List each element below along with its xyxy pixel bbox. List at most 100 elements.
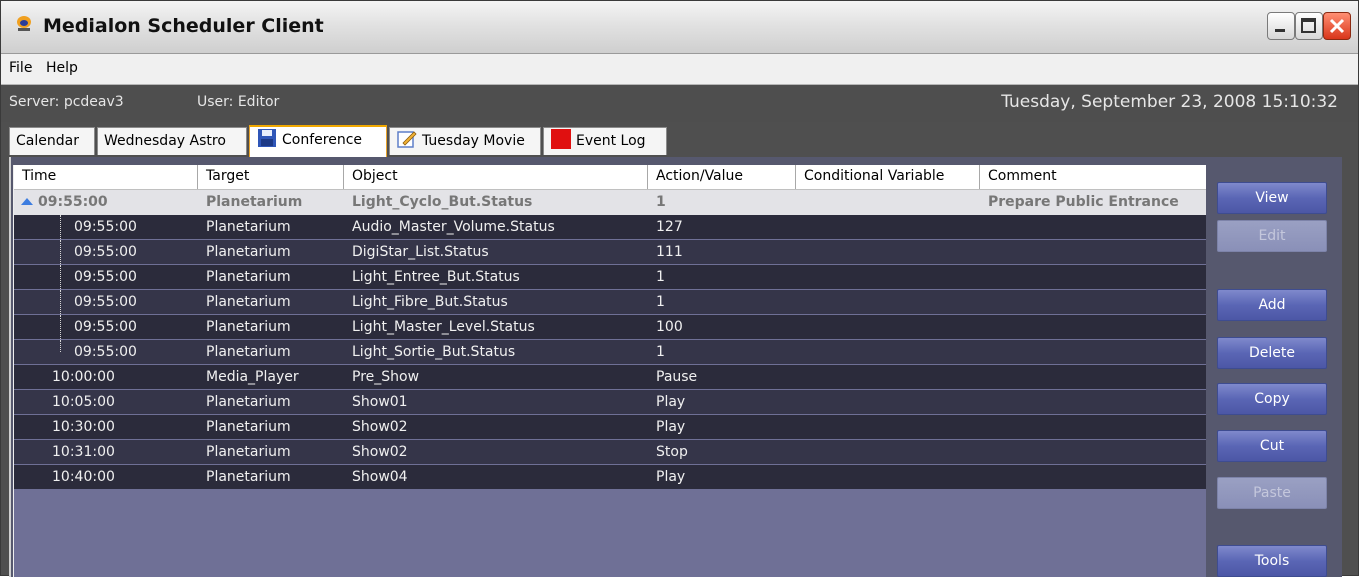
cell-target: Media_Player xyxy=(206,369,299,385)
table-row-child[interactable]: 09:55:00 Planetarium Light_Sortie_But.St… xyxy=(14,340,1206,364)
cell-time: 10:30:00 xyxy=(52,419,115,435)
tab-conference[interactable]: Conference xyxy=(249,125,387,157)
datetime-label: Tuesday, September 23, 2008 15:10:32 xyxy=(1001,92,1338,112)
title-bar[interactable]: Medialon Scheduler Client xyxy=(1,1,1358,54)
collapse-arrow-icon[interactable] xyxy=(20,196,34,208)
cell-target: Planetarium xyxy=(206,344,291,360)
cell-object: Audio_Master_Volume.Status xyxy=(352,219,555,235)
cell-target: Planetarium xyxy=(206,394,291,410)
tab-label: Event Log xyxy=(576,133,646,149)
close-button[interactable] xyxy=(1323,12,1351,40)
view-button[interactable]: View xyxy=(1217,182,1327,214)
cell-value: Stop xyxy=(656,444,688,460)
cell-value: 127 xyxy=(656,219,683,235)
cell-time: 09:55:00 xyxy=(74,294,137,310)
floppy-disk-icon xyxy=(258,129,276,147)
column-header-object[interactable]: Object xyxy=(344,165,648,189)
cell-object: Show02 xyxy=(352,444,408,460)
cell-object: Light_Sortie_But.Status xyxy=(352,344,516,360)
tab-wednesday-astro[interactable]: Wednesday Astro xyxy=(97,127,247,155)
cell-value: 1 xyxy=(656,344,665,360)
table-row[interactable]: 10:00:00 Media_Player Pre_Show Pause xyxy=(14,365,1206,389)
tree-connector xyxy=(60,265,61,289)
cell-object: Light_Entree_But.Status xyxy=(352,269,520,285)
app-window: Medialon Scheduler Client File Help Serv… xyxy=(0,0,1359,577)
cell-object: Light_Fibre_But.Status xyxy=(352,294,508,310)
menu-file[interactable]: File xyxy=(9,60,32,76)
cell-target: Planetarium xyxy=(206,194,303,210)
medialon-app-icon xyxy=(17,16,31,31)
table-row-group[interactable]: 09:55:00 Planetarium Light_Cyclo_But.Sta… xyxy=(14,190,1206,215)
table-row[interactable]: 10:40:00 Planetarium Show04 Play xyxy=(14,465,1206,489)
tab-calendar[interactable]: Calendar xyxy=(9,127,95,155)
cell-object: Light_Master_Level.Status xyxy=(352,319,535,335)
tab-tuesday-movie[interactable]: Tuesday Movie xyxy=(389,127,541,155)
delete-button[interactable]: Delete xyxy=(1217,337,1327,369)
cell-target: Planetarium xyxy=(206,244,291,260)
cell-value: Play xyxy=(656,419,686,435)
column-header-target[interactable]: Target xyxy=(198,165,344,189)
action-button-panel: View Edit Add Delete Copy Cut Paste Tool… xyxy=(1217,165,1337,577)
cell-object: Show04 xyxy=(352,469,408,485)
cell-time: 09:55:00 xyxy=(38,194,108,210)
tab-label: Wednesday Astro xyxy=(104,133,226,149)
tab-event-log[interactable]: Event Log xyxy=(543,127,667,155)
table-row-child[interactable]: 09:55:00 Planetarium Light_Fibre_But.Sta… xyxy=(14,290,1206,314)
cell-time: 10:00:00 xyxy=(52,369,115,385)
cell-value: 111 xyxy=(656,244,683,260)
menu-help[interactable]: Help xyxy=(46,60,78,76)
status-bar: Server: pcdeav3 User: Editor Tuesday, Se… xyxy=(1,85,1358,122)
table-row[interactable]: 10:30:00 Planetarium Show02 Play xyxy=(14,415,1206,439)
column-header-comment[interactable]: Comment xyxy=(980,165,1206,189)
cell-time: 09:55:00 xyxy=(74,244,137,260)
column-header-action-value[interactable]: Action/Value xyxy=(648,165,796,189)
close-icon xyxy=(1329,18,1345,34)
table-row-child[interactable]: 09:55:00 Planetarium Light_Master_Level.… xyxy=(14,315,1206,339)
cell-target: Planetarium xyxy=(206,269,291,285)
schedule-table[interactable]: Time Target Object Action/Value Conditio… xyxy=(13,165,1206,577)
maximize-icon xyxy=(1301,18,1316,33)
table-row[interactable]: 10:05:00 Planetarium Show01 Play xyxy=(14,390,1206,414)
add-button[interactable]: Add xyxy=(1217,289,1327,321)
minimize-button[interactable] xyxy=(1267,12,1295,40)
tab-label: Tuesday Movie xyxy=(422,133,525,149)
table-row-child[interactable]: 09:55:00 Planetarium Audio_Master_Volume… xyxy=(14,215,1206,239)
tree-connector xyxy=(60,290,61,314)
cell-target: Planetarium xyxy=(206,444,291,460)
table-row[interactable]: 10:31:00 Planetarium Show02 Stop xyxy=(14,440,1206,464)
cell-time: 10:40:00 xyxy=(52,469,115,485)
cell-value: 1 xyxy=(656,294,665,310)
table-row-child[interactable]: 09:55:00 Planetarium DigiStar_List.Statu… xyxy=(14,240,1206,264)
table-row-child[interactable]: 09:55:00 Planetarium Light_Entree_But.St… xyxy=(14,265,1206,289)
cell-value: 100 xyxy=(656,319,683,335)
cell-object: Light_Cyclo_But.Status xyxy=(352,194,533,210)
window-title: Medialon Scheduler Client xyxy=(43,15,324,37)
copy-button[interactable]: Copy xyxy=(1217,383,1327,415)
cell-object: Show01 xyxy=(352,394,408,410)
column-header-time[interactable]: Time xyxy=(14,165,198,189)
cell-value: Pause xyxy=(656,369,698,385)
tools-button[interactable]: Tools xyxy=(1217,545,1327,577)
tree-connector xyxy=(60,215,61,239)
tree-connector xyxy=(60,240,61,264)
paste-button[interactable]: Paste xyxy=(1217,477,1327,509)
cell-time: 10:31:00 xyxy=(52,444,115,460)
cell-object: Show02 xyxy=(352,419,408,435)
cell-value: 1 xyxy=(656,269,665,285)
edit-note-icon xyxy=(397,131,417,148)
server-label: Server: pcdeav3 xyxy=(9,94,124,110)
menu-bar: File Help xyxy=(1,54,1358,85)
cell-object: DigiStar_List.Status xyxy=(352,244,489,260)
cell-target: Planetarium xyxy=(206,294,291,310)
cell-value: Play xyxy=(656,394,686,410)
tree-connector xyxy=(60,315,61,339)
edit-button[interactable]: Edit xyxy=(1217,220,1327,252)
tab-label: Calendar xyxy=(16,133,79,149)
cell-target: Planetarium xyxy=(206,469,291,485)
maximize-button[interactable] xyxy=(1295,12,1323,40)
cell-time: 09:55:00 xyxy=(74,319,137,335)
column-header-conditional-variable[interactable]: Conditional Variable xyxy=(796,165,980,189)
cut-button[interactable]: Cut xyxy=(1217,430,1327,462)
table-header: Time Target Object Action/Value Conditio… xyxy=(14,165,1206,190)
cell-time: 09:55:00 xyxy=(74,219,137,235)
